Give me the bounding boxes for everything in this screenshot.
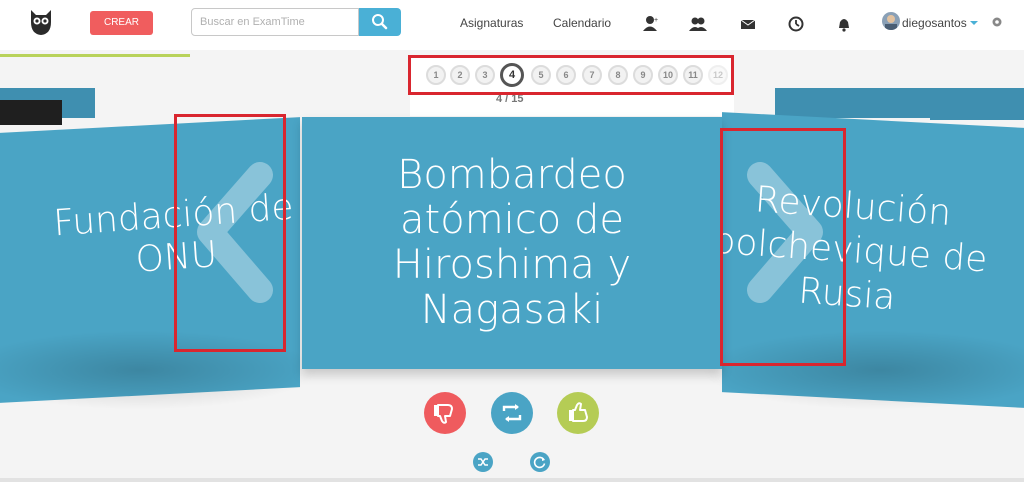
thumbs-down-icon: [434, 404, 453, 424]
flip-button[interactable]: [491, 392, 533, 434]
next-arrow-highlight: [720, 128, 846, 366]
create-button[interactable]: CREAR: [90, 11, 153, 35]
restart-button[interactable]: [530, 452, 550, 472]
dislike-button[interactable]: [424, 392, 466, 434]
left-back-card-dark: [0, 100, 62, 125]
nav-asignaturas[interactable]: Asignaturas: [460, 16, 523, 30]
nav-calendario[interactable]: Calendario: [553, 16, 611, 30]
flip-icon: [502, 404, 522, 422]
like-button[interactable]: [557, 392, 599, 434]
username: diegosantos: [902, 16, 967, 30]
history-icon[interactable]: [786, 14, 806, 34]
shuffle-button[interactable]: [473, 452, 493, 472]
restart-icon: [533, 456, 546, 469]
group-icon[interactable]: [688, 14, 708, 34]
svg-text:+: +: [654, 17, 658, 24]
search-button[interactable]: [359, 8, 401, 36]
prev-arrow-highlight: [174, 114, 286, 352]
chevron-down-icon: [970, 21, 978, 25]
bell-icon[interactable]: [834, 14, 854, 34]
pager-highlight: [408, 55, 734, 95]
right-back-card-2: [930, 90, 1024, 120]
progress-line: [0, 54, 190, 57]
user-icon[interactable]: +: [640, 14, 660, 34]
center-card-text: Bombardeo atómico de Hiroshima y Nagasak…: [392, 152, 632, 333]
search-box: [191, 8, 401, 36]
search-icon: [372, 14, 388, 30]
gear-icon[interactable]: [990, 15, 1004, 29]
thumbs-up-icon: [569, 402, 588, 422]
mail-icon[interactable]: [738, 14, 758, 34]
bottom-bar: [0, 478, 1024, 482]
shuffle-icon: [478, 458, 488, 466]
avatar: [882, 12, 900, 30]
search-input[interactable]: [191, 8, 359, 36]
owl-logo-icon[interactable]: [28, 8, 54, 36]
